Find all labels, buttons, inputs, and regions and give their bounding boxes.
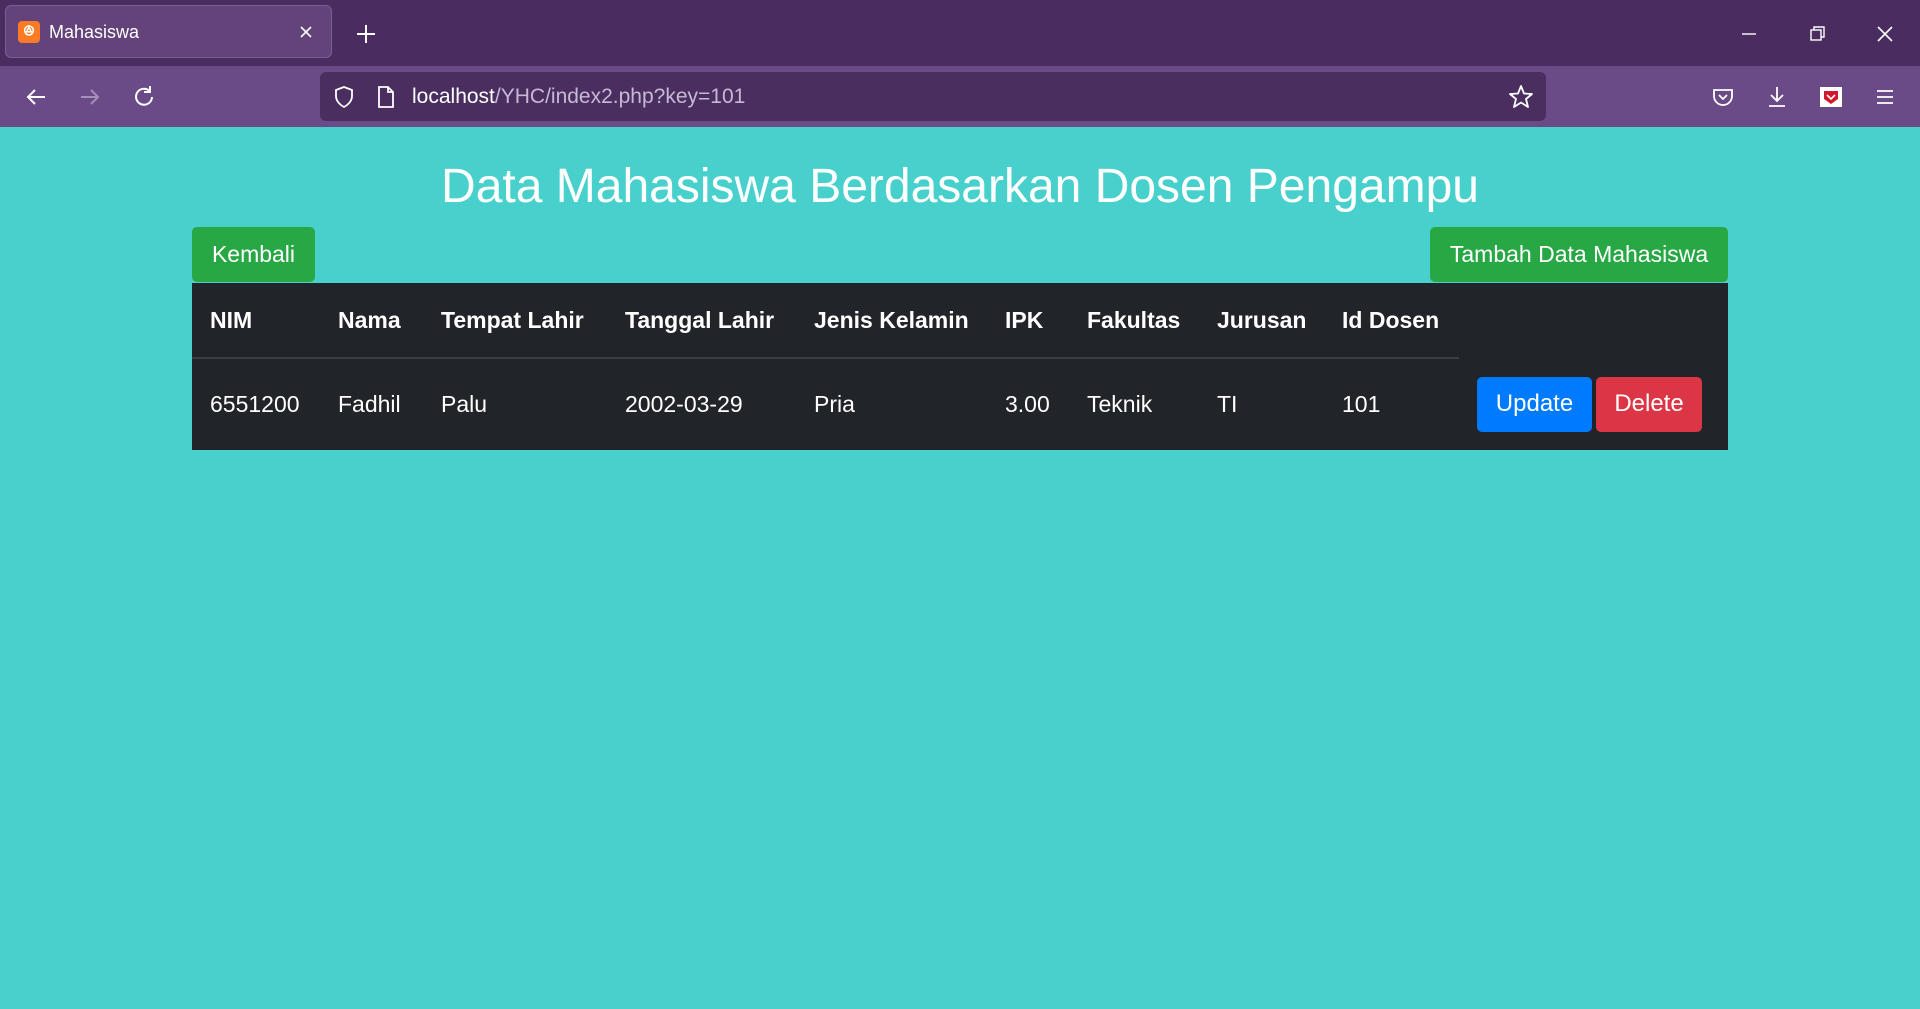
url-host: localhost xyxy=(412,85,495,108)
pocket-icon[interactable] xyxy=(1708,82,1738,112)
navigation-toolbar: localhost/YHC/index2.php?key=101 xyxy=(0,66,1920,127)
xampp-favicon-icon: ꔮ xyxy=(18,21,40,43)
table-header-row: NIM Nama Tempat Lahir Tanggal Lahir Jeni… xyxy=(192,283,1728,359)
col-header-id-dosen: Id Dosen xyxy=(1324,283,1459,359)
back-button[interactable]: Kembali xyxy=(192,227,315,282)
address-bar[interactable]: localhost/YHC/index2.php?key=101 xyxy=(320,72,1546,121)
students-table: NIM Nama Tempat Lahir Tanggal Lahir Jeni… xyxy=(192,283,1728,450)
cell-fakultas: Teknik xyxy=(1087,391,1153,417)
close-tab-icon[interactable] xyxy=(293,19,319,45)
col-header-tanggal-lahir: Tanggal Lahir xyxy=(607,283,796,359)
add-student-button[interactable]: Tambah Data Mahasiswa xyxy=(1430,227,1728,282)
col-header-jenis-kelamin: Jenis Kelamin xyxy=(796,283,987,359)
url-text[interactable]: localhost/YHC/index2.php?key=101 xyxy=(412,85,745,109)
url-path: /YHC/index2.php?key=101 xyxy=(494,85,746,108)
minimize-icon[interactable] xyxy=(1735,20,1763,48)
reload-icon[interactable] xyxy=(129,82,159,112)
cell-actions: Update Delete xyxy=(1459,358,1728,450)
download-icon[interactable] xyxy=(1762,82,1792,112)
new-tab-icon[interactable] xyxy=(352,20,380,48)
cell-jurusan: TI xyxy=(1217,391,1238,417)
col-header-jurusan: Jurusan xyxy=(1199,283,1324,359)
cell-tempat-lahir: Palu xyxy=(441,391,488,417)
table-row: 6551200 Fadhil Palu 2002-03-29 Pria 3.00… xyxy=(192,358,1728,450)
cell-nim: 6551200 xyxy=(210,391,300,417)
col-header-ipk: IPK xyxy=(987,283,1069,359)
cell-ipk: 3.00 xyxy=(1005,391,1050,417)
extension-icon[interactable] xyxy=(1816,82,1846,112)
browser-tab[interactable]: ꔮ Mahasiswa xyxy=(5,5,332,58)
back-arrow-icon[interactable] xyxy=(21,82,51,112)
col-header-fakultas: Fakultas xyxy=(1069,283,1199,359)
cell-jenis-kelamin: Pria xyxy=(814,391,855,417)
page-title: Data Mahasiswa Berdasarkan Dosen Pengamp… xyxy=(441,160,1479,213)
update-button[interactable]: Update xyxy=(1477,376,1592,432)
cell-nama: Fadhil xyxy=(338,391,401,417)
forward-arrow-icon[interactable] xyxy=(75,82,105,112)
col-header-actions xyxy=(1459,283,1728,358)
menu-hamburger-icon[interactable] xyxy=(1870,82,1900,112)
tab-title: Mahasiswa xyxy=(49,22,140,42)
bookmark-star-icon[interactable] xyxy=(1506,82,1536,112)
cell-id-dosen: 101 xyxy=(1342,391,1381,417)
col-header-nim: NIM xyxy=(192,283,320,359)
restore-icon[interactable] xyxy=(1803,20,1831,48)
cell-tanggal-lahir: 2002-03-29 xyxy=(625,391,743,417)
shield-icon[interactable] xyxy=(330,83,358,111)
tab-strip: ꔮ Mahasiswa xyxy=(0,0,1920,66)
col-header-tempat-lahir: Tempat Lahir xyxy=(423,283,607,359)
close-window-icon[interactable] xyxy=(1871,20,1899,48)
page-info-icon[interactable] xyxy=(374,83,398,111)
col-header-nama: Nama xyxy=(320,283,423,359)
delete-button[interactable]: Delete xyxy=(1596,376,1702,432)
